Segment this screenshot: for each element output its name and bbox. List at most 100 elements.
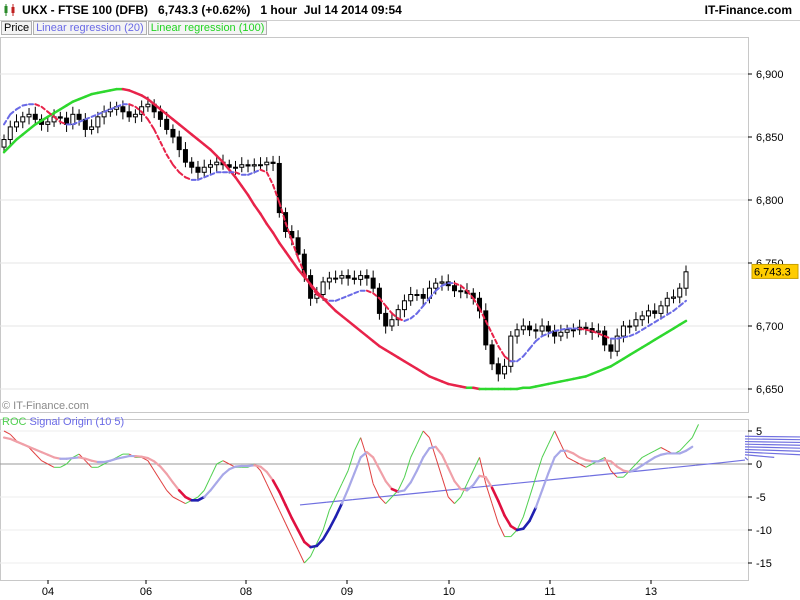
candle-body <box>389 319 395 327</box>
candle-body <box>627 325 633 328</box>
candle-body <box>264 161 270 166</box>
candle-body <box>120 106 126 113</box>
candle-body <box>564 329 570 333</box>
candle-body <box>502 365 508 375</box>
candle-body <box>176 136 182 151</box>
candle-body <box>245 164 251 167</box>
candle-body <box>132 113 138 118</box>
candle-body <box>32 113 38 120</box>
candle-body <box>195 166 201 173</box>
lower-y-tick-label: 0 <box>756 459 762 471</box>
candle-body <box>558 331 564 337</box>
candle-body <box>126 111 132 118</box>
watermark: © IT-Finance.com <box>2 400 89 412</box>
candle-body <box>677 287 683 298</box>
candle-body <box>539 325 545 332</box>
candle-body <box>233 166 239 169</box>
x-tick-label: 09 <box>341 586 353 598</box>
candle-body <box>95 116 101 128</box>
candle-body <box>26 113 32 118</box>
y-tick-label: 6,700 <box>756 321 784 333</box>
y-tick-label: 6,900 <box>756 69 784 81</box>
candle-body <box>239 164 245 168</box>
x-tick-label: 10 <box>443 586 455 598</box>
candle-body <box>495 363 501 375</box>
candle-body <box>570 329 576 332</box>
candle-body <box>658 305 664 314</box>
candle-body <box>602 330 608 346</box>
candle-body <box>520 325 526 331</box>
candle-body <box>333 277 339 280</box>
candle-body <box>652 310 658 314</box>
candle-body <box>258 164 264 167</box>
candle-body <box>595 330 601 333</box>
candle-body <box>270 161 276 164</box>
candle-body <box>620 325 626 337</box>
candle-body <box>458 290 464 293</box>
candle-body <box>320 281 326 295</box>
price-chart: 6,6506,7006,7506,8006,8506,90050-5-10-15… <box>0 37 800 598</box>
upper-pane-frame <box>0 37 749 413</box>
candle-body <box>76 113 82 120</box>
candle-body <box>164 118 170 130</box>
candle-body <box>583 326 589 330</box>
x-tick-label: 08 <box>240 586 252 598</box>
x-tick-label: 11 <box>544 586 555 598</box>
lower-y-tick-label: -5 <box>756 492 766 504</box>
candle-body <box>683 271 689 289</box>
origin-segment <box>744 454 775 458</box>
candle-body <box>170 128 176 138</box>
candle-body <box>439 281 445 284</box>
candle-body <box>514 329 520 337</box>
candle-body <box>670 296 676 299</box>
candle-body <box>201 166 207 173</box>
origin-segment <box>744 448 800 452</box>
legend-roc[interactable]: ROC <box>2 416 26 428</box>
roc-legend: ROC Signal Origin (10 5) <box>2 416 127 428</box>
lower-pane-frame <box>0 419 749 581</box>
candle-body <box>351 277 357 280</box>
candle-body <box>82 118 88 130</box>
candle-body <box>358 275 364 280</box>
candle-body <box>157 111 163 120</box>
candle-body <box>608 344 614 352</box>
candle-body <box>489 344 495 365</box>
candle-body <box>207 164 213 168</box>
candle-body <box>527 325 533 331</box>
candle-body <box>145 103 151 108</box>
candle-body <box>345 275 351 279</box>
candle-body <box>633 319 639 327</box>
candle-body <box>7 126 13 141</box>
candle-body <box>189 161 195 168</box>
candle-body <box>214 161 220 166</box>
candle-body <box>639 315 645 321</box>
candle-body <box>533 329 539 332</box>
candle-body <box>545 325 551 332</box>
legend-origin[interactable]: Origin (10 5) <box>63 416 124 428</box>
lower-y-tick-label: -10 <box>756 525 772 537</box>
candle-body <box>383 312 389 327</box>
legend-signal[interactable]: Signal <box>29 416 60 428</box>
candle-body <box>414 294 420 296</box>
lower-y-tick-label: -15 <box>756 558 772 570</box>
candle-body <box>645 310 651 317</box>
origin-segment <box>744 446 800 449</box>
candle-body <box>182 149 188 163</box>
candle-body <box>57 116 63 119</box>
y-tick-label: 6,650 <box>756 384 784 396</box>
candle-body <box>295 237 301 255</box>
candle-body <box>451 285 457 292</box>
candle-body <box>664 297 670 307</box>
candle-body <box>89 126 95 130</box>
candle-body <box>339 275 345 279</box>
y-tick-label: 6,800 <box>756 195 784 207</box>
candle-body <box>20 116 26 123</box>
candle-body <box>326 277 332 283</box>
candle-body <box>370 277 376 289</box>
candle-body <box>251 164 257 167</box>
x-tick-label: 06 <box>140 586 152 598</box>
x-tick-label: 04 <box>42 586 54 598</box>
x-tick-label: 13 <box>645 586 657 598</box>
candle-body <box>14 121 20 128</box>
candle-body <box>420 294 426 299</box>
